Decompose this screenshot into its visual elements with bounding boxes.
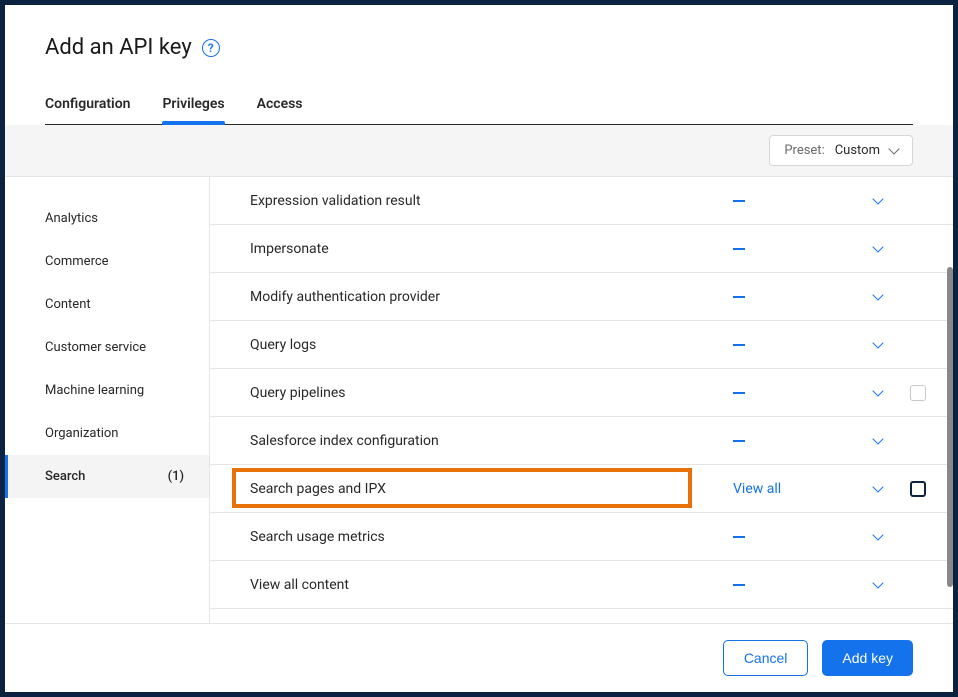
cancel-button[interactable]: Cancel [723,640,809,676]
tab-configuration[interactable]: Configuration [45,88,130,124]
privilege-label: Expression validation result [250,193,733,209]
sidebar-item-commerce[interactable]: Commerce [5,240,209,283]
sidebar-item-count: (1) [168,469,189,484]
privilege-row: View all content [210,561,953,609]
preset-value: Custom [835,143,880,158]
privilege-row: Modify authentication provider [210,273,953,321]
privilege-access-dropdown[interactable] [853,294,903,299]
privilege-access-dropdown[interactable] [853,342,903,347]
sidebar-item-label: Content [45,297,91,312]
privilege-access-dropdown[interactable] [853,534,903,539]
privilege-label: Salesforce index configuration [250,433,733,449]
privilege-label: Query logs [250,337,733,353]
privilege-row: Search pages and IPXView all [210,465,953,513]
privilege-label: Modify authentication provider [250,289,733,305]
privilege-row: Expression validation result [210,177,953,225]
privilege-row: Impersonate [210,225,953,273]
privilege-checkbox-cell [903,481,933,497]
chevron-down-icon [872,193,883,204]
sidebar-item-label: Machine learning [45,383,144,398]
chevron-down-icon [872,337,883,348]
privilege-row: Salesforce index configuration [210,417,953,465]
privileges-list: Expression validation result Impersonate M… [210,177,953,623]
privilege-access-dropdown[interactable] [853,198,903,203]
sidebar-item-label: Search [45,469,85,484]
privilege-access-value[interactable] [733,440,853,442]
privilege-access-value[interactable] [733,392,853,394]
sidebar-item-organization[interactable]: Organization [5,412,209,455]
scrollbar-thumb[interactable] [947,267,953,587]
preset-toolbar: Preset: Custom [5,125,953,177]
privilege-access-value[interactable] [733,200,853,202]
sidebar-item-machine-learning[interactable]: Machine learning [5,369,209,412]
privilege-row: Search usage metrics [210,513,953,561]
privilege-row: Query pipelines [210,369,953,417]
preset-select[interactable]: Preset: Custom [769,135,913,166]
help-icon[interactable]: ? [202,39,220,57]
privilege-access-dropdown[interactable] [853,438,903,443]
sidebar-item-label: Commerce [45,254,109,269]
tab-bar: Configuration Privileges Access [45,88,913,125]
privilege-label: Search usage metrics [250,529,733,545]
sidebar-item-customer-service[interactable]: Customer service [5,326,209,369]
privilege-access-value[interactable] [733,248,853,250]
sidebar-item-label: Organization [45,426,118,441]
privilege-access-value[interactable] [733,296,853,298]
privilege-label: View all content [250,577,733,593]
scrollbar-track[interactable] [945,177,953,623]
sidebar-item-search[interactable]: Search (1) [5,455,209,498]
privilege-label: Search pages and IPX [250,481,733,497]
tab-privileges[interactable]: Privileges [162,88,224,124]
footer-actions: Cancel Add key [5,623,953,692]
privilege-access-value[interactable] [733,344,853,346]
add-key-button[interactable]: Add key [822,640,913,676]
sidebar-item-label: Customer service [45,340,146,355]
privilege-checkbox[interactable] [910,481,926,497]
chevron-down-icon [872,433,883,444]
privilege-access-dropdown[interactable] [853,582,903,587]
privilege-access-dropdown[interactable] [853,390,903,395]
privilege-label: Query pipelines [250,385,733,401]
privilege-checkbox-cell [903,385,933,401]
preset-label: Preset: [784,143,824,158]
tab-access[interactable]: Access [257,88,303,124]
sidebar-item-label: Analytics [45,211,98,226]
privilege-access-dropdown[interactable] [853,246,903,251]
chevron-down-icon [872,241,883,252]
privilege-label: Impersonate [250,241,733,257]
privilege-access-value[interactable] [733,584,853,586]
chevron-down-icon [872,577,883,588]
privilege-access-value[interactable] [733,536,853,538]
sidebar-item-content[interactable]: Content [5,283,209,326]
chevron-down-icon [872,289,883,300]
privilege-row: Query logs [210,321,953,369]
chevron-down-icon [888,143,899,154]
page-title: Add an API key [45,35,192,60]
privilege-access-dropdown[interactable] [853,486,903,491]
chevron-down-icon [872,385,883,396]
chevron-down-icon [872,481,883,492]
sidebar-item-analytics[interactable]: Analytics [5,197,209,240]
privilege-checkbox[interactable] [910,385,926,401]
chevron-down-icon [872,529,883,540]
category-sidebar: Analytics Commerce Content Customer serv… [5,177,210,623]
privilege-access-value[interactable]: View all [733,481,853,497]
